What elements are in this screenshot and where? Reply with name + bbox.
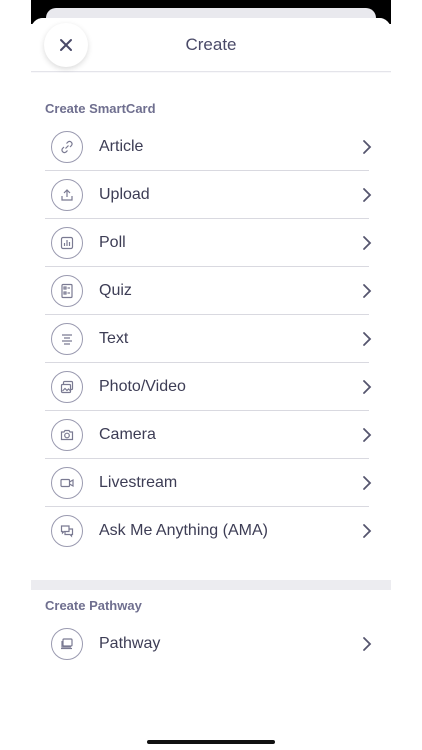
- menu-item-quiz[interactable]: Quiz: [45, 267, 372, 315]
- section-divider: [31, 580, 391, 590]
- pathway-section: Create Pathway Pathway: [31, 590, 391, 750]
- pathway-icon: [61, 638, 73, 650]
- menu-item-label: Article: [99, 138, 144, 155]
- menu-item-poll[interactable]: Poll: [45, 219, 372, 267]
- menu-item-camera[interactable]: Camera: [45, 411, 372, 459]
- menu-item-text[interactable]: Text: [45, 315, 372, 363]
- menu-item-pathway[interactable]: Pathway: [45, 620, 372, 668]
- menu-item-label: Photo/Video: [99, 378, 186, 395]
- menu-item-ama[interactable]: Ask Me Anything (AMA): [45, 507, 372, 555]
- left-margin: [0, 0, 31, 750]
- camera-icon: [60, 429, 74, 441]
- text-align-icon: [62, 334, 72, 345]
- chevron-right-icon: [363, 428, 372, 442]
- section-label-pathway: Create Pathway: [45, 598, 142, 613]
- poll-icon: [60, 236, 74, 250]
- chevron-right-icon: [363, 380, 372, 394]
- chevron-right-icon: [363, 140, 372, 154]
- menu-item-label: Text: [99, 330, 129, 347]
- menu-item-photo-video[interactable]: Photo/Video: [45, 363, 372, 411]
- chevron-right-icon: [363, 284, 372, 298]
- menu-item-label: Camera: [99, 426, 156, 443]
- photo-video-icon: [60, 380, 74, 394]
- video-camera-icon: [60, 478, 74, 488]
- menu-item-label: Livestream: [99, 474, 178, 491]
- chevron-right-icon: [363, 476, 372, 490]
- home-indicator[interactable]: [147, 740, 275, 744]
- link-icon: [61, 140, 73, 154]
- section-label-smartcard: Create SmartCard: [45, 101, 156, 116]
- menu-item-label: Ask Me Anything (AMA): [99, 522, 268, 539]
- menu-item-article[interactable]: Article: [45, 123, 372, 171]
- chevron-right-icon: [363, 637, 372, 651]
- sheet-header: Create: [31, 18, 391, 72]
- smartcard-section: Create SmartCard Article Upload Poll Qui…: [31, 73, 391, 580]
- chevron-right-icon: [363, 188, 372, 202]
- menu-item-label: Upload: [99, 186, 150, 203]
- chevron-right-icon: [363, 236, 372, 250]
- quiz-icon: [61, 283, 73, 299]
- menu-item-upload[interactable]: Upload: [45, 171, 372, 219]
- menu-item-label: Quiz: [99, 282, 132, 299]
- upload-icon: [61, 189, 73, 201]
- right-margin: [391, 0, 422, 750]
- chevron-right-icon: [363, 524, 372, 538]
- create-sheet: Create Create SmartCard Article Upload P…: [31, 18, 391, 750]
- chevron-right-icon: [363, 332, 372, 346]
- close-icon: [60, 39, 72, 51]
- menu-item-label: Pathway: [99, 635, 161, 652]
- chat-bubbles-icon: [60, 525, 74, 538]
- close-button[interactable]: [44, 23, 88, 67]
- menu-item-livestream[interactable]: Livestream: [45, 459, 372, 507]
- menu-item-label: Poll: [99, 234, 126, 251]
